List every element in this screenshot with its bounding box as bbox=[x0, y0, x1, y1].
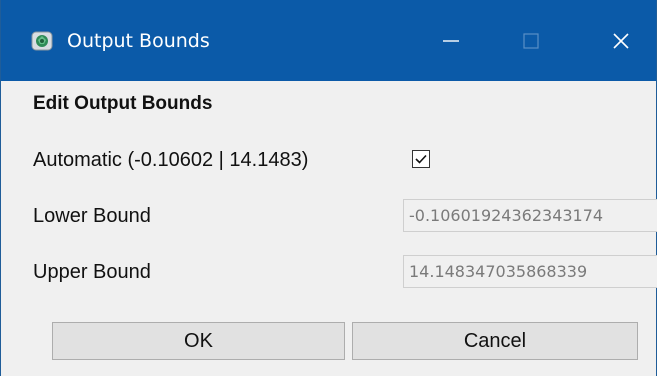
upper-bound-label: Upper Bound bbox=[33, 261, 151, 283]
maximize-button bbox=[501, 0, 561, 81]
lower-bound-field: -0.10601924362343174 bbox=[403, 199, 657, 232]
maximize-icon bbox=[523, 32, 539, 49]
automatic-label: Automatic (-0.10602 | 14.1483) bbox=[33, 149, 309, 171]
app-icon bbox=[31, 31, 53, 51]
minimize-icon bbox=[443, 39, 459, 42]
minimize-button[interactable] bbox=[421, 0, 481, 81]
dialog-heading: Edit Output Bounds bbox=[33, 93, 213, 114]
lower-bound-label: Lower Bound bbox=[33, 205, 151, 227]
checkmark-icon bbox=[415, 154, 427, 164]
title-bar[interactable]: Output Bounds bbox=[1, 0, 656, 81]
upper-bound-field: 14.148347035868339 bbox=[403, 255, 657, 288]
close-button[interactable] bbox=[591, 0, 651, 81]
output-bounds-dialog: Output Bounds Edit Output Bounds Automat… bbox=[0, 0, 657, 376]
window-title: Output Bounds bbox=[67, 30, 210, 52]
close-icon bbox=[613, 32, 629, 49]
ok-button[interactable]: OK bbox=[52, 322, 345, 360]
cancel-button[interactable]: Cancel bbox=[352, 322, 638, 360]
automatic-checkbox[interactable] bbox=[412, 150, 430, 168]
